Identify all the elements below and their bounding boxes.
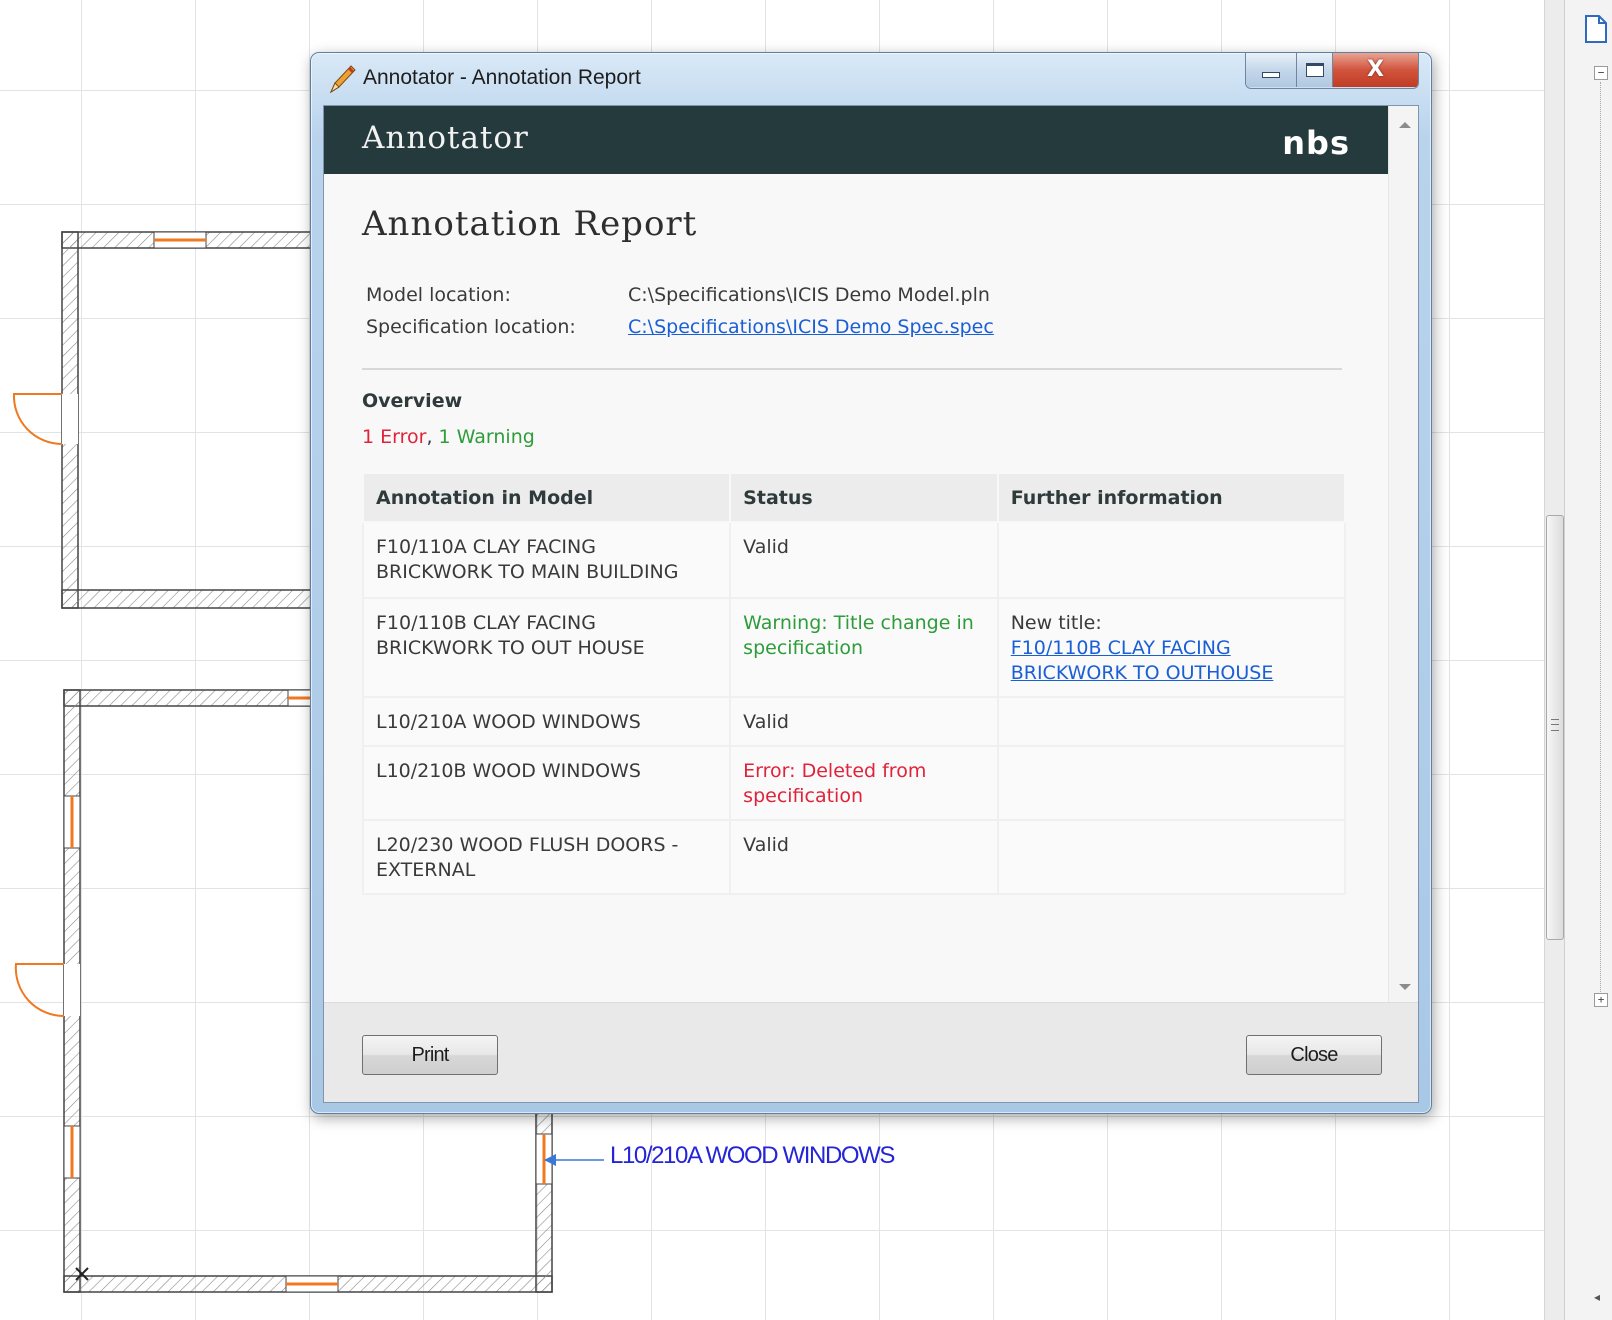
- status-cell: Valid: [729, 521, 999, 599]
- annotation-table: Annotation in Model Status Further infor…: [361, 472, 1347, 895]
- scroll-up-icon[interactable]: [1399, 122, 1411, 128]
- column-header-further-info: Further information: [996, 472, 1347, 523]
- document-icon[interactable]: [1584, 14, 1608, 44]
- overview-separator: ,: [426, 426, 439, 448]
- overview-warning-count: 1 Warning: [438, 426, 535, 448]
- status-cell: Valid: [729, 696, 999, 747]
- report-title: Annotation Report: [362, 204, 698, 244]
- minimize-icon: [1262, 72, 1280, 78]
- spec-location-link[interactable]: C:\Specifications\ICIS Demo Spec.spec: [628, 316, 994, 338]
- annotation-report-window: Annotator - Annotation Report X Annotato…: [310, 52, 1432, 1114]
- table-header-row: Annotation in Model Status Further infor…: [361, 472, 1347, 523]
- app-header: Annotator nbs: [324, 106, 1388, 174]
- expand-icon[interactable]: +: [1594, 993, 1608, 1007]
- annotation-cell: F10/110A CLAY FACING BRICKWORK TO MAIN B…: [361, 521, 732, 599]
- further-info-cell: New title: F10/110B CLAY FACING BRICKWOR…: [996, 597, 1347, 698]
- status-cell: Error: Deleted from specification: [729, 745, 999, 821]
- report-scrollbar[interactable]: [1388, 106, 1418, 1002]
- window-close-button[interactable]: X: [1332, 53, 1418, 87]
- collapse-icon[interactable]: −: [1594, 66, 1608, 80]
- model-location-label: Model location:: [366, 284, 511, 306]
- dialog-client-area: Annotator nbs Annotation Report Model lo…: [323, 105, 1419, 1103]
- annotation-cell: L10/210B WOOD WINDOWS: [361, 745, 732, 821]
- nbs-logo: nbs: [1282, 124, 1350, 162]
- further-info-cell: [996, 696, 1347, 747]
- table-row: L10/210B WOOD WINDOWS Error: Deleted fro…: [361, 745, 1347, 821]
- further-info-label: New title:: [1010, 612, 1102, 634]
- table-row: L20/230 WOOD FLUSH DOORS - EXTERNAL Vali…: [361, 819, 1347, 895]
- spec-location-label: Specification location:: [366, 316, 576, 338]
- close-icon: X: [1367, 57, 1384, 82]
- window-title: Annotator - Annotation Report: [363, 66, 641, 89]
- scroll-down-icon[interactable]: [1399, 984, 1411, 990]
- section-divider: [362, 368, 1342, 370]
- app-name: Annotator: [362, 120, 529, 156]
- annotation-cell: F10/110B CLAY FACING BRICKWORK TO OUT HO…: [361, 597, 732, 698]
- scroll-left-arrow-icon[interactable]: ◂: [1594, 1290, 1600, 1304]
- overview-heading: Overview: [362, 390, 463, 412]
- maximize-icon: [1305, 63, 1324, 77]
- further-info-cell: [996, 745, 1347, 821]
- cad-annotation-label[interactable]: L10/210A WOOD WINDOWS: [610, 1142, 895, 1170]
- dialog-footer: Print Close: [324, 1002, 1418, 1102]
- upper-building: [12, 231, 313, 609]
- annotation-cell: L20/230 WOOD FLUSH DOORS - EXTERNAL: [361, 819, 732, 895]
- maximize-button[interactable]: [1296, 53, 1332, 87]
- overview-error-count: 1 Error: [362, 426, 427, 448]
- scroll-grip-icon: [1551, 719, 1559, 731]
- status-cell: Warning: Title change in specification: [729, 597, 999, 698]
- pencil-icon: [329, 65, 356, 94]
- minimize-button[interactable]: [1246, 53, 1296, 87]
- new-title-link[interactable]: F10/110B CLAY FACING BRICKWORK TO OUTHOU…: [1011, 636, 1332, 686]
- close-button[interactable]: Close: [1246, 1035, 1382, 1075]
- table-row: F10/110B CLAY FACING BRICKWORK TO OUT HO…: [361, 597, 1347, 698]
- window-titlebar[interactable]: Annotator - Annotation Report X: [311, 53, 1431, 105]
- window-controls: X: [1245, 53, 1419, 89]
- further-info-cell: [996, 521, 1347, 599]
- side-panel: [1564, 0, 1612, 1320]
- annotation-cell: L10/210A WOOD WINDOWS: [361, 696, 732, 747]
- overview-summary: 1 Error, 1 Warning: [362, 426, 535, 448]
- table-row: F10/110A CLAY FACING BRICKWORK TO MAIN B…: [361, 521, 1347, 599]
- column-header-annotation: Annotation in Model: [361, 472, 732, 523]
- further-info-cell: [996, 819, 1347, 895]
- model-location-value: C:\Specifications\ICIS Demo Model.pln: [628, 284, 990, 306]
- table-row: L10/210A WOOD WINDOWS Valid: [361, 696, 1347, 747]
- status-cell: Valid: [729, 819, 999, 895]
- tree-connector-line: [1600, 82, 1601, 992]
- column-header-status: Status: [729, 472, 999, 523]
- print-button[interactable]: Print: [362, 1035, 498, 1075]
